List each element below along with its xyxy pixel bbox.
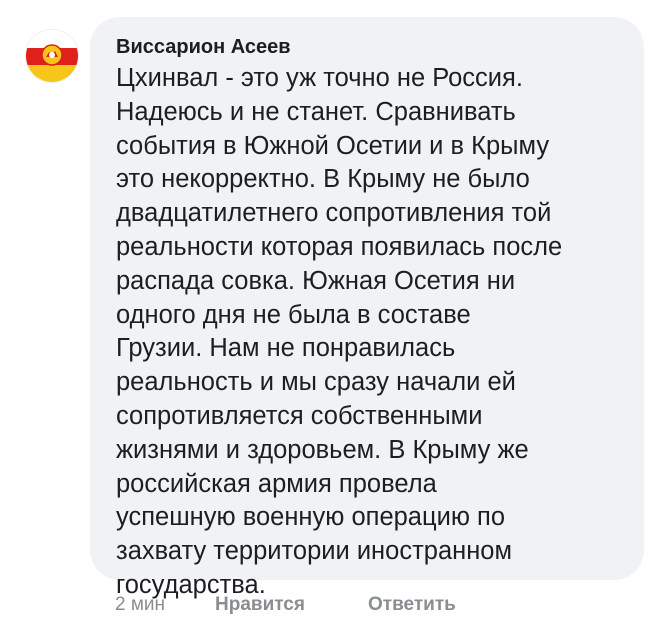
comment-text-line: жизнями и здоровьем. В Крыму же	[116, 435, 529, 464]
avatar[interactable]	[26, 30, 78, 82]
comment-text-line: сопротивляется собственными	[116, 401, 483, 430]
reply-button[interactable]: Ответить	[368, 592, 456, 618]
like-button[interactable]: Нравится	[215, 592, 305, 618]
comment-timestamp[interactable]: 2 мин	[115, 592, 165, 618]
comment-text-line: Надеюсь и не станет. Сравнивать	[116, 97, 516, 126]
comment-text-line: успешную военную операцию по	[116, 503, 506, 532]
comment-text-line: двадцатилетнего сопротивления той	[116, 199, 552, 228]
comment-text-line: события в Южной Осетии и в Крыму	[116, 131, 550, 160]
comment-text-line: захвату территории иностранном	[116, 537, 512, 566]
comment-bubble: Виссарион Асеев Цхинвал - это уж точно н…	[90, 17, 644, 599]
comment-text-line: реальности которая появилась после	[116, 232, 563, 261]
comment-author[interactable]: Виссарион Асеев	[116, 35, 291, 59]
comment-text-line: распада совка. Южная Осетия ни	[116, 266, 516, 295]
comment-text-line: Цхинвал - это уж точно не Россия.	[116, 64, 523, 92]
comment-text-line: это некорректно. В Крыму не было	[116, 165, 530, 194]
comment-text-line: реальность и мы сразу начали ей	[116, 368, 516, 397]
comment: Виссарион Асеев Цхинвал - это уж точно н…	[0, 0, 671, 634]
comment-text-line: российская армия провела	[116, 469, 437, 498]
south-ossetia-flag-emblem-icon	[26, 30, 78, 82]
comment-text-line: Грузии. Нам не понравилась	[116, 334, 456, 363]
comment-text: Цхинвал - это уж точно не Россия. Надеюсь…	[116, 62, 631, 603]
comment-text-line: одного дня не была в составе	[116, 300, 471, 329]
